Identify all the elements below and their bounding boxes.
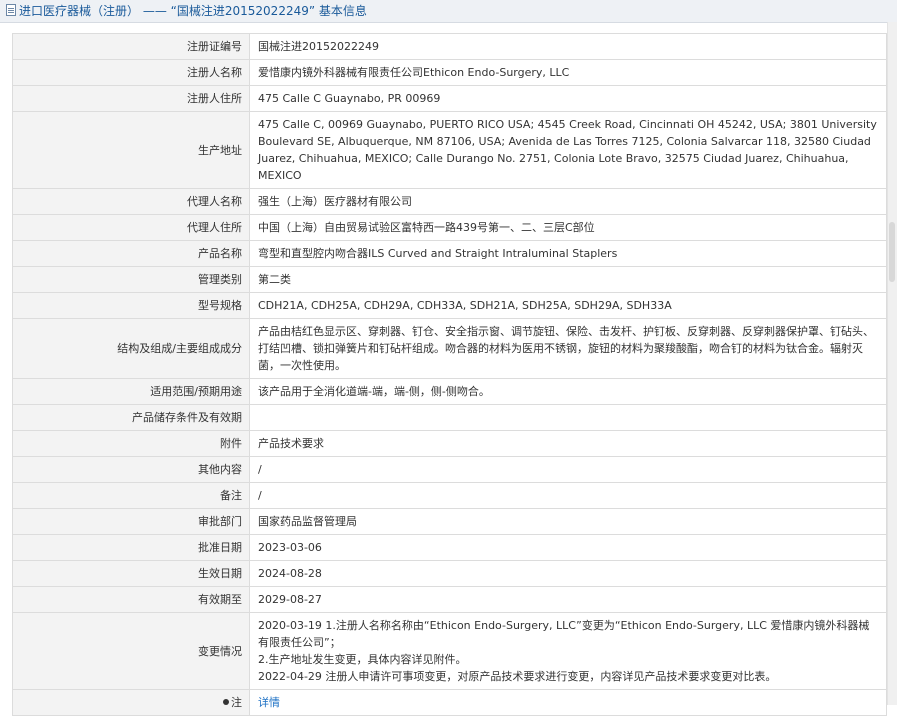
table-row: 注册人住所 475 Calle C Guaynabo, PR 00969: [12, 85, 887, 112]
row-value-product-name: 弯型和直型腔内吻合器ILS Curved and Straight Intral…: [249, 240, 887, 267]
document-icon: [6, 4, 16, 16]
row-label-changes: 变更情况: [12, 612, 250, 690]
row-label-class: 管理类别: [12, 266, 250, 293]
row-label-storage: 产品储存条件及有效期: [12, 404, 250, 431]
table-row: 生产地址 475 Calle C, 00969 Guaynabo, PUERTO…: [12, 111, 887, 189]
table-row: 变更情况 2020-03-19 1.注册人名称名称由“Ethicon Endo-…: [12, 612, 887, 690]
row-value-effective-date: 2024-08-28: [249, 560, 887, 587]
table-row: 注 详情: [12, 689, 887, 716]
table-row: 产品名称 弯型和直型腔内吻合器ILS Curved and Straight I…: [12, 240, 887, 267]
change-line: 2022-04-29 注册人申请许可事项变更，对原产品技术要求进行变更，内容详见…: [258, 670, 777, 683]
row-value-registrant-address: 475 Calle C Guaynabo, PR 00969: [249, 85, 887, 112]
bullet-icon: [223, 699, 229, 705]
table-row: 有效期至 2029-08-27: [12, 586, 887, 613]
header-category: 进口医疗器械（注册）: [19, 4, 140, 18]
row-label-registrant: 注册人名称: [12, 59, 250, 86]
table-row: 生效日期 2024-08-28: [12, 560, 887, 587]
row-label-remark: 备注: [12, 482, 250, 509]
scrollbar-thumb[interactable]: [889, 222, 895, 282]
detail-link[interactable]: 详情: [258, 696, 280, 709]
row-value-approver: 国家药品监督管理局: [249, 508, 887, 535]
change-line: 2.生产地址发生变更，具体内容详见附件。: [258, 653, 467, 666]
row-label-expiry: 有效期至: [12, 586, 250, 613]
row-value-remark: /: [249, 482, 887, 509]
row-value-class: 第二类: [249, 266, 887, 293]
row-value-other: /: [249, 456, 887, 483]
table-row: 管理类别 第二类: [12, 266, 887, 293]
table-row: 批准日期 2023-03-06: [12, 534, 887, 561]
registration-info-table: 注册证编号 国械注进20152022249 注册人名称 爱惜康内镜外科器械有限责…: [12, 33, 887, 716]
row-value-production-address: 475 Calle C, 00969 Guaynabo, PUERTO RICO…: [249, 111, 887, 189]
table-row: 附件 产品技术要求: [12, 430, 887, 457]
table-row: 代理人名称 强生（上海）医疗器材有限公司: [12, 188, 887, 215]
row-value-agent: 强生（上海）医疗器材有限公司: [249, 188, 887, 215]
row-label-product-name: 产品名称: [12, 240, 250, 267]
row-value-attachment: 产品技术要求: [249, 430, 887, 457]
row-value-agent-address: 中国（上海）自由贸易试验区富特西一路439号第一、二、三层C部位: [249, 214, 887, 241]
header-separator: ——: [139, 4, 171, 18]
row-label-scope: 适用范围/预期用途: [12, 378, 250, 405]
row-label-production-address: 生产地址: [12, 111, 250, 189]
row-label-agent-address: 代理人住所: [12, 214, 250, 241]
row-value-scope: 该产品用于全消化道端-端，端-侧，侧-侧吻合。: [249, 378, 887, 405]
row-value-reg-no: 国械注进20152022249: [249, 33, 887, 60]
row-label-registrant-address: 注册人住所: [12, 85, 250, 112]
table-row: 型号规格 CDH21A, CDH25A, CDH29A, CDH33A, SDH…: [12, 292, 887, 319]
table-row: 备注 /: [12, 482, 887, 509]
row-label-reg-no: 注册证编号: [12, 33, 250, 60]
table-row: 结构及组成/主要组成成分 产品由桔红色显示区、穿刺器、钉仓、安全指示窗、调节旋钮…: [12, 318, 887, 379]
table-row: 审批部门 国家药品监督管理局: [12, 508, 887, 535]
table-row: 适用范围/预期用途 该产品用于全消化道端-端，端-侧，侧-侧吻合。: [12, 378, 887, 405]
row-value-approval-date: 2023-03-06: [249, 534, 887, 561]
row-label-attachment: 附件: [12, 430, 250, 457]
row-label-models: 型号规格: [12, 292, 250, 319]
scrollbar[interactable]: [887, 22, 897, 705]
page-header: 进口医疗器械（注册） —— “国械注进20152022249” 基本信息: [0, 0, 897, 23]
row-label-agent: 代理人名称: [12, 188, 250, 215]
row-value-structure: 产品由桔红色显示区、穿刺器、钉仓、安全指示窗、调节旋钮、保险、击发杆、护钉板、反…: [249, 318, 887, 379]
change-line: 2020-03-19 1.注册人名称名称由“Ethicon Endo-Surge…: [258, 619, 870, 649]
table-row: 产品储存条件及有效期: [12, 404, 887, 431]
note-label: 注: [231, 696, 242, 709]
row-label-note: 注: [12, 689, 250, 716]
table-row: 注册人名称 爱惜康内镜外科器械有限责任公司Ethicon Endo-Surger…: [12, 59, 887, 86]
row-value-note: 详情: [249, 689, 887, 716]
row-label-approval-date: 批准日期: [12, 534, 250, 561]
row-label-approver: 审批部门: [12, 508, 250, 535]
row-value-changes: 2020-03-19 1.注册人名称名称由“Ethicon Endo-Surge…: [249, 612, 887, 690]
header-title: “国械注进20152022249” 基本信息: [170, 4, 367, 18]
table-row: 注册证编号 国械注进20152022249: [12, 33, 887, 60]
row-label-structure: 结构及组成/主要组成成分: [12, 318, 250, 379]
table-row: 代理人住所 中国（上海）自由贸易试验区富特西一路439号第一、二、三层C部位: [12, 214, 887, 241]
row-value-storage: [249, 404, 887, 431]
row-value-expiry: 2029-08-27: [249, 586, 887, 613]
row-label-effective-date: 生效日期: [12, 560, 250, 587]
row-value-registrant: 爱惜康内镜外科器械有限责任公司Ethicon Endo-Surgery, LLC: [249, 59, 887, 86]
row-label-other: 其他内容: [12, 456, 250, 483]
table-row: 其他内容 /: [12, 456, 887, 483]
row-value-models: CDH21A, CDH25A, CDH29A, CDH33A, SDH21A, …: [249, 292, 887, 319]
